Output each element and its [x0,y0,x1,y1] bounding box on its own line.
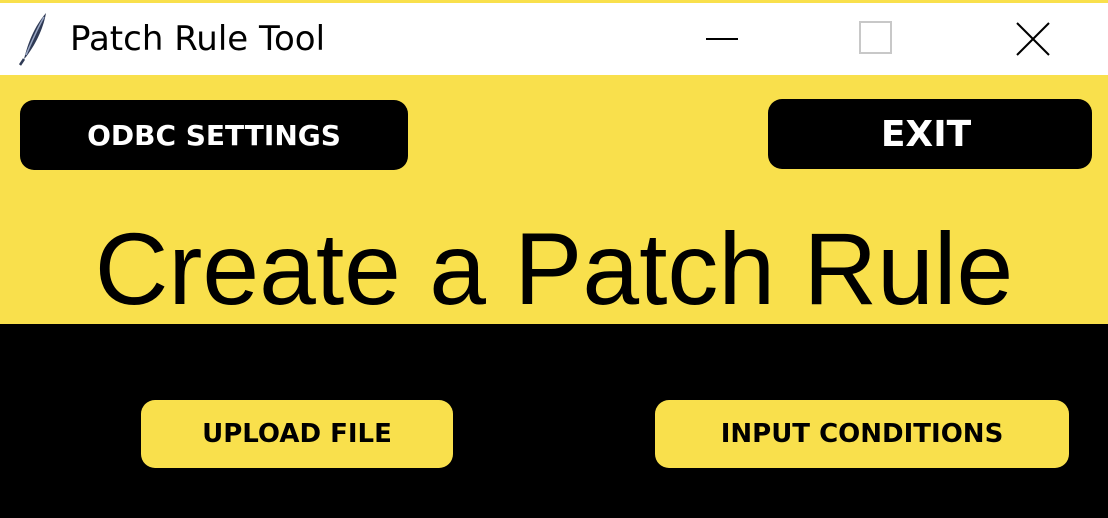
minimize-button[interactable] [682,6,762,72]
app-window: Patch Rule Tool ODBC SETTINGS EXIT Creat… [0,0,1108,518]
title-bar: Patch Rule Tool [0,0,1108,75]
exit-button[interactable]: EXIT [768,99,1092,169]
page-title: Create a Patch Rule [94,212,1014,326]
maximize-button[interactable] [836,6,916,72]
window-title: Patch Rule Tool [70,19,326,59]
odbc-settings-button[interactable]: ODBC SETTINGS [20,100,408,170]
feather-icon [14,7,50,67]
upload-file-button[interactable]: UPLOAD FILE [141,400,453,468]
close-button[interactable] [992,6,1072,72]
input-conditions-button[interactable]: INPUT CONDITIONS [655,400,1069,468]
